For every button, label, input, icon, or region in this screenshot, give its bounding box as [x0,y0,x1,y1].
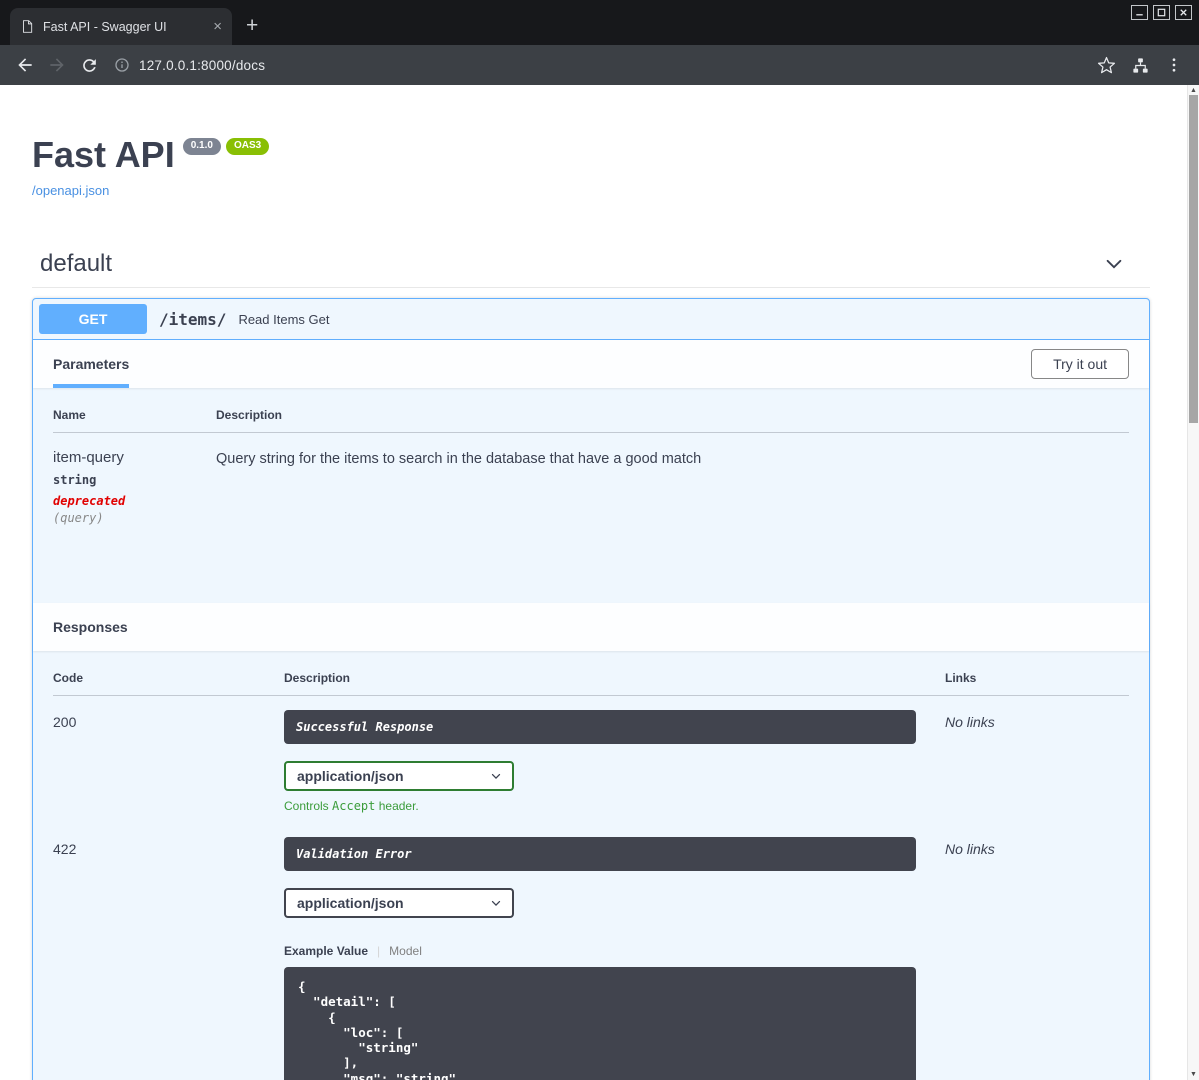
reload-button[interactable] [74,50,104,80]
close-window-button[interactable] [1175,5,1192,20]
sitemap-icon[interactable] [1125,50,1155,80]
media-type-select-422[interactable]: application/json [284,888,514,918]
operation-path: /items/ [159,309,227,329]
response-200-links: No links [945,714,995,730]
tab-title: Fast API - Swagger UI [43,19,167,34]
tab-close-icon[interactable]: × [213,19,222,34]
parameter-location: (query) [53,511,104,525]
media-type-select-200[interactable]: application/json [284,761,514,791]
url-text: 127.0.0.1:8000/docs [139,57,266,73]
response-422-links: No links [945,841,995,857]
browser-titlebar: Fast API - Swagger UI × + [0,0,1199,45]
response-code-200: 200 [53,714,77,730]
collapse-chevron-icon[interactable] [1103,253,1125,275]
resp-links-header: Links [945,671,1129,696]
page-content: Fast API 0.1.0 OAS3 /openapi.json defaul… [0,85,1199,1080]
api-info: Fast API 0.1.0 OAS3 /openapi.json [32,85,1150,200]
response-422-description: Validation Error application/json Exampl… [284,813,945,1080]
version-badge: 0.1.0 [182,138,221,155]
browser-menu-icon[interactable] [1159,50,1189,80]
example-model-tabs: Example Value | Model [284,944,945,958]
opblock-summary[interactable]: GET /items/ Read Items Get [33,299,1149,340]
responses-title: Responses [53,619,128,635]
address-bar[interactable]: 127.0.0.1:8000/docs [106,50,1089,80]
page-scrollbar[interactable]: ▲ ▼ [1187,85,1199,1080]
resp-code-header: Code [53,671,284,696]
forward-button[interactable] [42,50,72,80]
response-200-message: Successful Response [284,710,916,744]
method-get-button[interactable]: GET [39,304,147,334]
parameter-description: Query string for the items to search in … [216,451,702,467]
resp-description-header: Description [284,671,945,696]
parameters-section-header: Parameters Try it out [33,340,1149,388]
operation-summary: Read Items Get [238,311,330,327]
try-it-out-button[interactable]: Try it out [1031,349,1129,379]
browser-toolbar: 127.0.0.1:8000/docs [0,45,1199,85]
tab-model[interactable]: Model [389,944,422,958]
parameter-type: string [53,473,97,487]
scroll-down-icon[interactable]: ▼ [1188,1071,1199,1078]
tab-parameters[interactable]: Parameters [53,340,130,388]
param-name-header: Name [53,408,216,433]
scrollbar-thumb[interactable] [1189,95,1198,423]
tab-example-value[interactable]: Example Value [284,944,368,958]
maximize-button[interactable] [1153,5,1170,20]
scroll-up-icon[interactable]: ▲ [1188,87,1199,94]
parameter-row-name: item-query string deprecated (query) [53,433,216,583]
openapi-spec-link[interactable]: /openapi.json [32,183,109,198]
api-title: Fast API [32,134,175,175]
swagger-ui: Fast API 0.1.0 OAS3 /openapi.json defaul… [0,85,1187,1080]
example-json-block: { "detail": [ { "loc": [ "string" ], "ms… [284,967,916,1080]
parameter-name: item-query [53,449,124,466]
response-422-message: Validation Error [284,837,916,871]
window-controls [1131,5,1192,20]
page-favicon-icon [20,19,34,34]
response-200-description: Successful Response application/json Con… [284,696,945,813]
bookmark-star-icon[interactable] [1091,50,1121,80]
responses-section-header: Responses [33,603,1149,651]
controls-accept-note: Controls Accept header. [284,799,419,813]
parameter-deprecated-flag: deprecated [53,494,126,508]
tab-separator: | [377,944,381,958]
oas-badge: OAS3 [225,138,270,155]
browser-tab[interactable]: Fast API - Swagger UI × [10,8,232,45]
toolbar-right-icons [1091,50,1189,80]
param-description-header: Description [216,408,1129,433]
browser-window: Fast API - Swagger UI × + 127.0.0.1:8000… [0,0,1199,1080]
tag-section-header[interactable]: default [32,240,1150,288]
tag-title: default [40,249,113,277]
back-button[interactable] [10,50,40,80]
opblock-get-items: GET /items/ Read Items Get Parameters Tr… [32,298,1150,1080]
parameters-table: Name Description item-query string depre… [33,388,1149,603]
select-chevron-icon [489,769,503,783]
response-code-422: 422 [53,841,77,857]
new-tab-button[interactable]: + [246,15,258,36]
site-info-icon[interactable] [114,57,130,73]
select-chevron-icon [489,896,503,910]
minimize-button[interactable] [1131,5,1148,20]
responses-table: Code Description Links 200 Successful Re… [33,651,1149,1080]
